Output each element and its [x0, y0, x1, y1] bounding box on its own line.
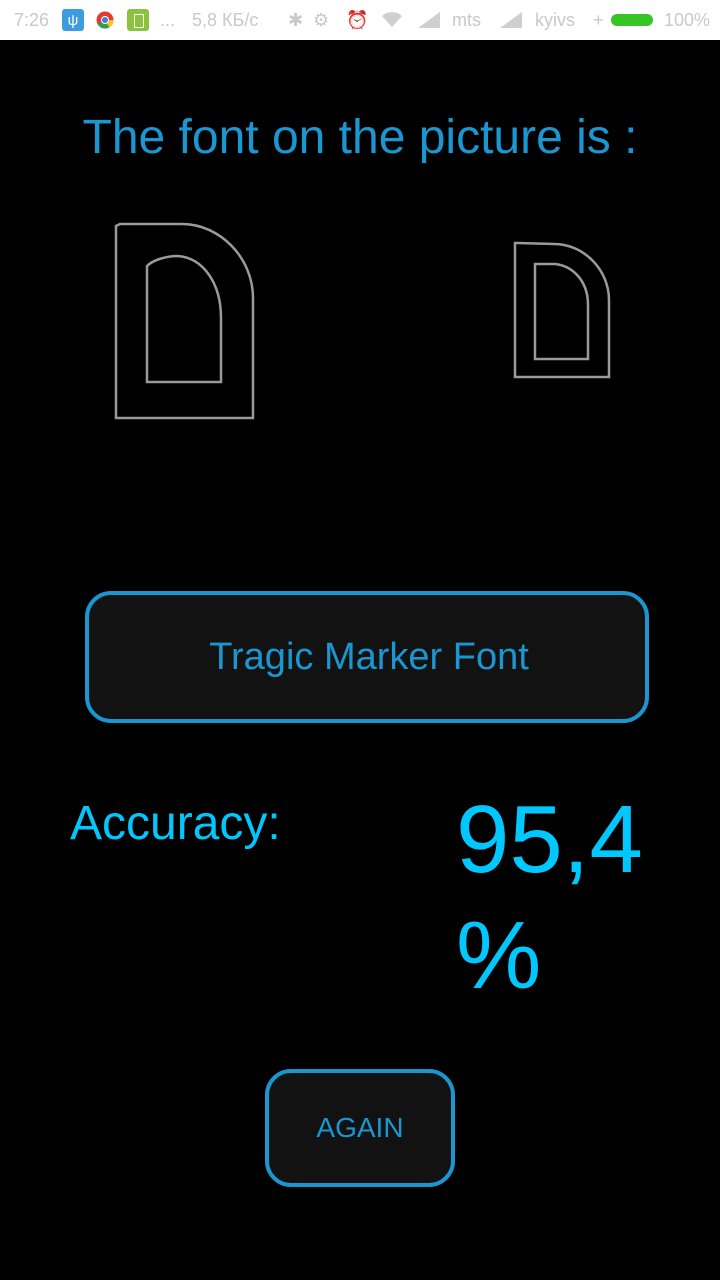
input-glyph-image	[114, 222, 255, 420]
wifi-icon	[381, 0, 403, 40]
more-notifications-icon: ...	[160, 9, 176, 30]
usb-icon: ψ	[62, 9, 84, 31]
operator-name: mts	[452, 9, 481, 30]
operator-name-2: kyivs	[535, 9, 575, 30]
battery-percent: 100%	[664, 9, 711, 30]
bluetooth-icon: ✱	[288, 9, 304, 30]
accuracy-value: 95,4 %	[456, 786, 643, 1009]
status-bar: 7:26 ψ ... 5,8 КБ/с ✱ ⚙ ⏰ mts kyivs + 10…	[0, 0, 720, 40]
font-name-display: Tragic Marker Font	[85, 591, 649, 723]
font-name-label: Tragic Marker Font	[209, 635, 529, 678]
alarm-icon: ⏰	[346, 9, 369, 30]
battery-icon	[611, 14, 653, 26]
matched-glyph-image	[513, 241, 611, 379]
result-title: The font on the picture is :	[82, 111, 638, 164]
signal-icon	[418, 0, 440, 40]
charging-plus-icon: +	[593, 9, 604, 30]
settings-icon: ⚙	[313, 9, 330, 30]
battery-notification-icon	[127, 9, 149, 31]
signal-icon-2	[500, 0, 522, 40]
chrome-icon	[96, 11, 114, 29]
again-button[interactable]: AGAIN	[265, 1069, 455, 1187]
accuracy-label: Accuracy:	[70, 797, 281, 850]
status-time: 7:26	[14, 9, 50, 30]
network-speed: 5,8 КБ/с	[192, 9, 259, 30]
